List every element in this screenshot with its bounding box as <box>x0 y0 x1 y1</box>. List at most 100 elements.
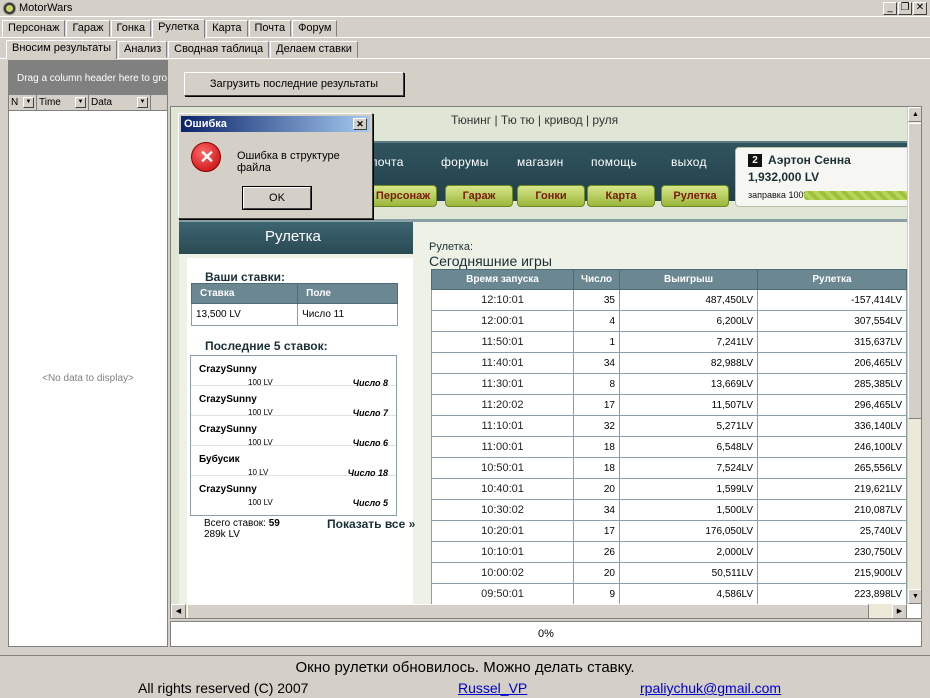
races-button[interactable]: Гонки <box>517 185 585 207</box>
cell-time: 10:00:02 <box>431 562 574 584</box>
dialog-message: Ошибка в структуре файла <box>237 150 340 174</box>
games-label: Рулетка: <box>429 241 474 253</box>
scroll-up-icon[interactable]: ▲ <box>908 107 921 122</box>
table-row: 12:10:01 35 487,450LV -157,414LV <box>431 289 907 311</box>
cell-roulette: 25,740LV <box>757 520 907 542</box>
close-icon[interactable]: ✕ <box>913 2 927 15</box>
horizontal-scrollbar[interactable]: ◀ ▶ <box>171 604 907 618</box>
player-money: 1,932,000 LV <box>748 170 820 184</box>
fuel-label: заправка 100% <box>748 190 812 200</box>
garage-button[interactable]: Гараж <box>445 185 513 207</box>
rank-badge: 2 <box>748 154 762 167</box>
nav-forums[interactable]: форумы <box>441 155 489 169</box>
close-icon[interactable]: ✕ <box>353 118 367 130</box>
table-row: 11:40:01 34 82,988LV 206,465LV <box>431 352 907 374</box>
table-row: 12:00:01 4 6,200LV 307,554LV <box>431 310 907 332</box>
author-link[interactable]: Russel_VP <box>458 680 527 696</box>
column-time[interactable]: Time ▼ <box>37 95 89 110</box>
table-row: 10:20:01 17 176,050LV 25,740LV <box>431 520 907 542</box>
cell-time: 11:10:01 <box>431 415 574 437</box>
player-name[interactable]: Аэртон Сенна <box>768 153 851 167</box>
nav-exit[interactable]: выход <box>671 155 707 169</box>
map-button[interactable]: Карта <box>587 185 655 207</box>
tab-garazh[interactable]: Гараж <box>66 20 110 37</box>
nav-mail[interactable]: почта <box>371 155 404 169</box>
tab-bets[interactable]: Делаем ставки <box>270 41 358 58</box>
cell-roulette: 215,900LV <box>757 562 907 584</box>
chevron-down-icon[interactable]: ▼ <box>137 97 148 108</box>
grid-header: N ▼ Time ▼ Data ▼ <box>9 95 167 111</box>
scroll-thumb[interactable] <box>187 604 869 618</box>
cell-roulette: 307,554LV <box>757 310 907 332</box>
table-row: 10:30:02 34 1,500LV 210,087LV <box>431 499 907 521</box>
window-title: MotorWars <box>19 2 73 14</box>
table-row: 10:10:01 26 2,000LV 230,750LV <box>431 541 907 563</box>
roulette-button[interactable]: Рулетка <box>661 185 729 207</box>
cell-win: 82,988LV <box>619 352 758 374</box>
tab-gonka[interactable]: Гонка <box>110 20 152 37</box>
tab-pochta[interactable]: Почта <box>248 20 292 37</box>
cell-time: 11:50:01 <box>431 331 574 353</box>
cell-number: 20 <box>573 562 620 584</box>
col-roulette: Рулетка <box>757 269 907 290</box>
your-bets-title: Ваши ставки: <box>205 270 286 284</box>
list-item: CrazySunny 100 LV Число 6 <box>191 416 396 448</box>
column-n[interactable]: N ▼ <box>9 95 37 110</box>
cell-number: 35 <box>573 289 620 311</box>
group-by-panel[interactable]: Drag a column header here to group by th… <box>9 61 167 95</box>
table-row: 11:20:02 17 11,507LV 296,465LV <box>431 394 907 416</box>
restore-icon[interactable]: ❐ <box>898 2 912 15</box>
table-row: 10:40:01 20 1,599LV 219,621LV <box>431 478 907 500</box>
show-all-link[interactable]: Показать все » <box>327 517 415 531</box>
email-link[interactable]: rpaliychuk@gmail.com <box>640 680 781 696</box>
cell-roulette: 285,385LV <box>757 373 907 395</box>
nav-help[interactable]: помощь <box>591 155 637 169</box>
tab-ruletka[interactable]: Рулетка <box>152 19 206 38</box>
main-tabs: Персонаж Гараж Гонка Рулетка Карта Почта… <box>2 18 338 38</box>
chevron-down-icon[interactable]: ▼ <box>23 97 34 108</box>
table-row: 11:50:01 1 7,241LV 315,637LV <box>431 331 907 353</box>
empty-message: <No data to display> <box>42 373 134 384</box>
scroll-left-icon[interactable]: ◀ <box>171 604 186 618</box>
cell-win: 7,241LV <box>619 331 758 353</box>
bets-col-stake: Ставка <box>190 283 299 304</box>
list-item: CrazySunny 100 LV Число 5 <box>199 484 388 508</box>
column-data[interactable]: Data ▼ <box>89 95 151 110</box>
character-button[interactable]: Персонаж <box>369 185 437 207</box>
cell-number: 9 <box>573 583 620 604</box>
tab-karta[interactable]: Карта <box>206 20 248 37</box>
cell-win: 11,507LV <box>619 394 758 416</box>
results-grid[interactable]: Drag a column header here to group by th… <box>8 60 168 647</box>
cell-number: 34 <box>573 352 620 374</box>
cell-number: 1 <box>573 331 620 353</box>
scroll-right-icon[interactable]: ▶ <box>892 604 907 618</box>
top-links[interactable]: Тюнинг | Тю тю | кривод | руля <box>451 113 618 127</box>
tab-analysis[interactable]: Анализ <box>118 41 168 58</box>
cell-time: 10:50:01 <box>431 457 574 479</box>
games-title: Сегодняшние игры <box>429 253 552 269</box>
cell-time: 11:00:01 <box>431 436 574 458</box>
tab-results[interactable]: Вносим результаты <box>6 40 117 59</box>
cell-time: 10:20:01 <box>431 520 574 542</box>
minimize-icon[interactable]: _ <box>883 2 897 15</box>
cell-roulette: 296,465LV <box>757 394 907 416</box>
cell-win: 6,548LV <box>619 436 758 458</box>
cell-roulette: 265,556LV <box>757 457 907 479</box>
vertical-scrollbar[interactable]: ▲ ▼ <box>907 107 921 604</box>
nav-shop[interactable]: магазин <box>517 155 564 169</box>
tab-summary[interactable]: Сводная таблица <box>168 41 270 58</box>
games-table: Время запуска Число Выигрыш Рулетка 12:1… <box>431 269 907 604</box>
tab-personazh[interactable]: Персонаж <box>2 20 66 37</box>
error-icon: ✕ <box>191 142 221 172</box>
tab-forum[interactable]: Форум <box>292 20 338 37</box>
chevron-down-icon[interactable]: ▼ <box>75 97 86 108</box>
cell-time: 11:40:01 <box>431 352 574 374</box>
roulette-heading: Рулетка <box>179 222 413 254</box>
scroll-down-icon[interactable]: ▼ <box>908 589 921 604</box>
cell-win: 13,669LV <box>619 373 758 395</box>
scroll-thumb[interactable] <box>908 123 921 419</box>
load-results-button[interactable]: Загрузить последние результаты <box>184 72 404 96</box>
cell-number: 32 <box>573 415 620 437</box>
col-start-time: Время запуска <box>431 269 574 290</box>
ok-button[interactable]: OK <box>243 187 311 209</box>
